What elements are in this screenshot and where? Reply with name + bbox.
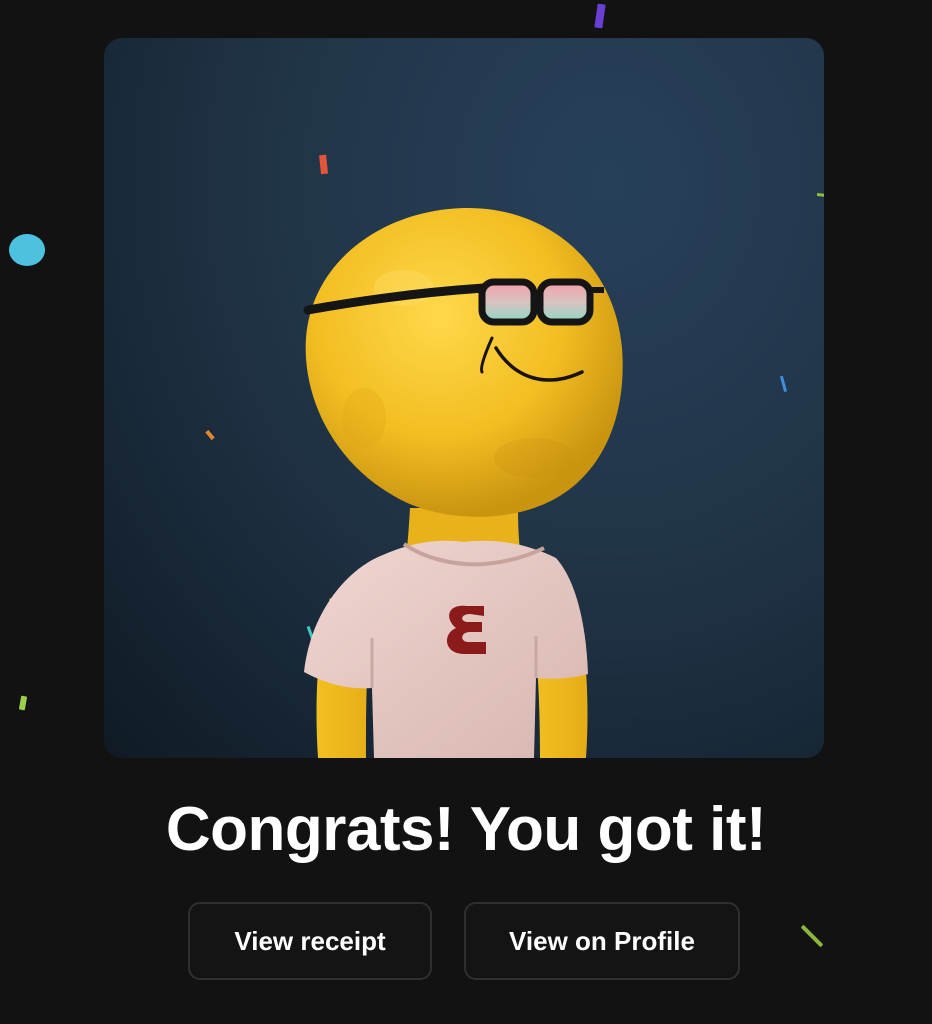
collectible-artwork xyxy=(104,38,824,758)
congrats-headline: Congrats! You got it! xyxy=(165,795,767,864)
confetti-piece xyxy=(800,924,824,948)
view-on-profile-button[interactable]: View on Profile xyxy=(464,902,740,980)
confetti-piece xyxy=(9,234,45,266)
confetti-piece xyxy=(18,695,28,711)
clay-character-icon xyxy=(205,154,824,758)
confetti-piece xyxy=(594,3,606,29)
view-receipt-button[interactable]: View receipt xyxy=(188,902,432,980)
